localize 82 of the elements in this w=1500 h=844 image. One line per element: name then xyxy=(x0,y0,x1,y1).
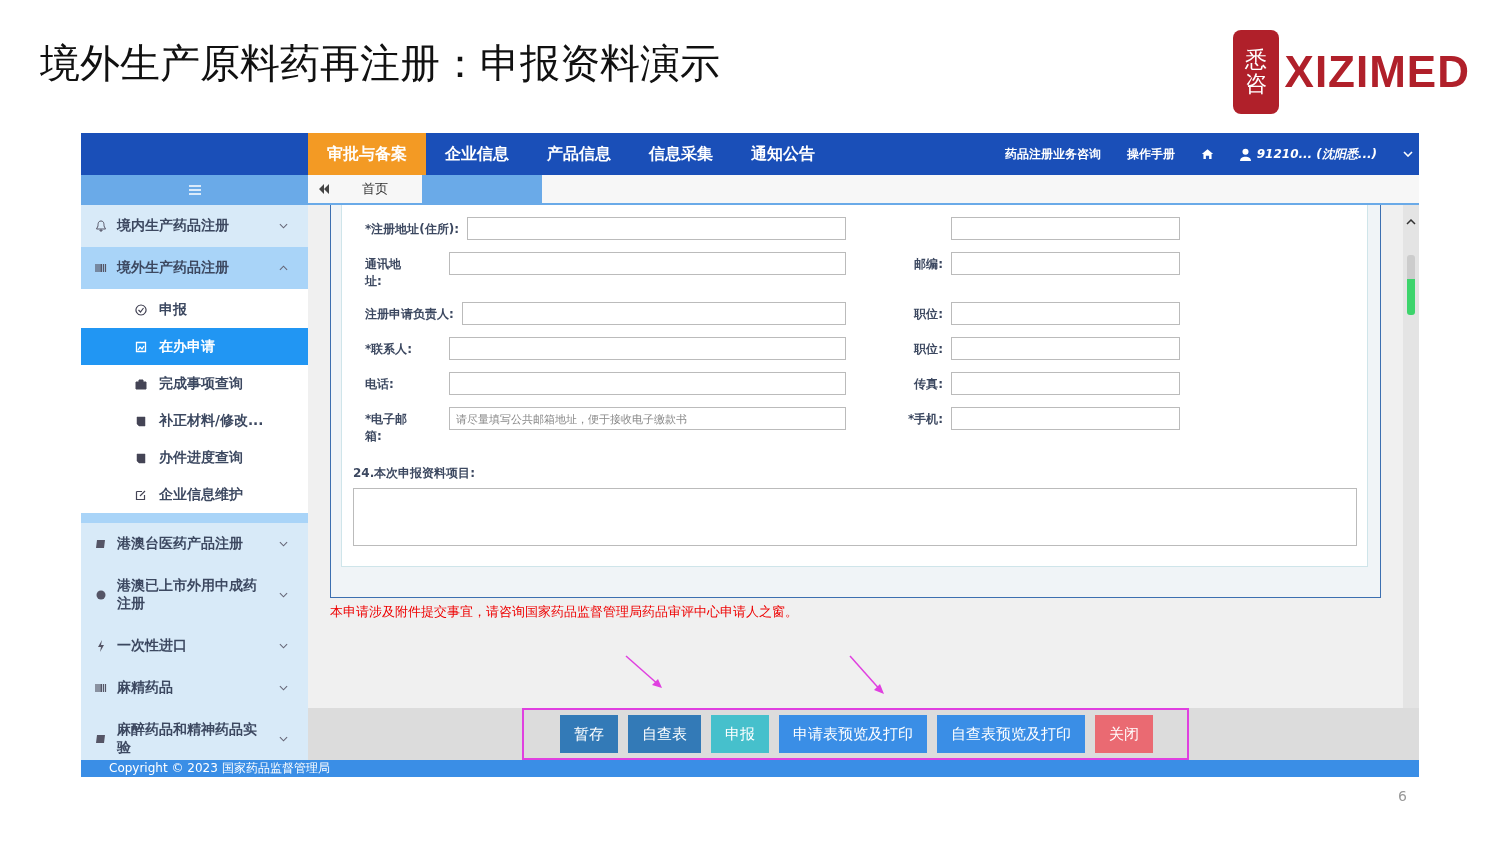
chevron-icon xyxy=(279,736,288,742)
input-field[interactable] xyxy=(449,337,846,360)
slide-title: 境外生产原料药再注册：申报资料演示 xyxy=(40,39,720,88)
sidebar-subitem[interactable]: 企业信息维护 xyxy=(81,476,308,513)
bars-icon xyxy=(95,262,107,274)
input-field[interactable] xyxy=(951,302,1180,325)
user-icon xyxy=(1239,147,1251,161)
chevron-icon xyxy=(279,223,288,229)
logo-seal: 悉咨 xyxy=(1232,30,1279,114)
sidebar-subitem[interactable]: 申报 xyxy=(81,291,308,328)
logo-text: XIZIMED xyxy=(1284,47,1470,97)
image-icon xyxy=(135,340,147,353)
input-field[interactable] xyxy=(449,372,846,395)
section-label: 24.本次申报资料项目: xyxy=(353,465,477,482)
bell-icon xyxy=(95,220,107,232)
field-label: 注册申请负责人: xyxy=(365,306,454,323)
nav-tab[interactable]: 信息采集 xyxy=(630,133,732,175)
chevron-icon xyxy=(279,643,288,649)
sidebar-item[interactable]: 港澳已上市外用中成药注册 xyxy=(81,565,308,625)
input-field[interactable] xyxy=(951,407,1180,430)
sidebar-item[interactable]: 麻醉药品和精神药品实验 xyxy=(81,709,308,760)
sidebar-item[interactable]: 境内生产药品注册 xyxy=(81,205,308,247)
sidebar-subitem[interactable]: 补正材料/修改... xyxy=(81,402,308,439)
input-field[interactable]: 请尽量填写公共邮箱地址，便于接收电子缴款书 xyxy=(449,407,846,430)
field-label: *注册地址(住所): xyxy=(365,221,460,238)
header-link[interactable]: 药品注册业务咨询 xyxy=(1004,145,1101,163)
notice-text: 本申请涉及附件提交事宜，请咨询国家药品监督管理局药品审评中心申请人之窗。 xyxy=(330,604,799,621)
sidebar-item[interactable]: 一次性进口 xyxy=(81,625,308,667)
text-area[interactable] xyxy=(353,488,1357,546)
edit-icon xyxy=(135,488,147,501)
user-menu[interactable]: 91210... (沈阳悉...) xyxy=(1239,145,1377,163)
input-field[interactable] xyxy=(951,337,1180,360)
chevron-icon xyxy=(279,592,288,598)
nav-tab[interactable]: 企业信息 xyxy=(426,133,528,175)
bolt-icon xyxy=(95,640,107,652)
field-label: 电话: xyxy=(365,376,395,393)
chevron-icon xyxy=(279,541,288,547)
annotation-arrow xyxy=(849,655,884,694)
chevron-icon xyxy=(279,265,288,271)
nav-tab[interactable]: 产品信息 xyxy=(528,133,630,175)
menu-icon xyxy=(188,185,201,195)
input-field[interactable] xyxy=(461,302,846,325)
field-label: 邮编: xyxy=(913,256,943,273)
book-icon xyxy=(95,538,107,550)
input-field[interactable] xyxy=(951,372,1180,395)
page-tab[interactable]: 首页 xyxy=(342,175,422,203)
sidebar-subitem[interactable]: 完成事项查询 xyxy=(81,365,308,402)
input-field[interactable] xyxy=(951,252,1180,275)
input-field[interactable] xyxy=(449,252,846,275)
bars-icon xyxy=(95,682,107,694)
check-icon xyxy=(135,303,147,316)
home-icon[interactable] xyxy=(1200,148,1214,160)
double-left-icon[interactable] xyxy=(318,184,330,194)
sidebar-subitem[interactable]: 办件进度查询 xyxy=(81,439,308,476)
caret-icon[interactable] xyxy=(1403,151,1413,157)
copyright-text: Copyright © 2023 国家药品监督管理局 xyxy=(109,761,330,775)
sidebar-item[interactable]: 境外生产药品注册 xyxy=(81,247,308,289)
nav-tab[interactable]: 通知公告 xyxy=(732,133,834,175)
action-button[interactable]: 自查表 xyxy=(628,715,701,753)
field-label: *电子邮箱: xyxy=(365,411,409,445)
field-label: 传真: xyxy=(912,376,943,393)
menu-toggle[interactable] xyxy=(81,175,308,205)
chevron-icon xyxy=(279,685,288,691)
header-link[interactable]: 操作手册 xyxy=(1126,145,1175,163)
case-icon xyxy=(135,377,147,390)
field-label: *手机: xyxy=(906,411,943,428)
annotation-arrow xyxy=(625,655,662,688)
field-label: *联系人: xyxy=(365,341,414,358)
input-field[interactable] xyxy=(467,217,846,240)
scroll-up-icon[interactable] xyxy=(1406,219,1416,225)
book-icon xyxy=(95,733,107,745)
action-button[interactable]: 暂存 xyxy=(560,715,618,753)
scroll-thumb[interactable] xyxy=(1407,255,1415,315)
sidebar-item[interactable]: 港澳台医药产品注册 xyxy=(81,523,308,565)
scrollbar[interactable] xyxy=(1403,205,1419,708)
field-label: 职位: xyxy=(912,306,943,323)
page-tab[interactable] xyxy=(422,175,542,203)
sidebar-item[interactable]: 麻精药品 xyxy=(81,667,308,709)
page-number: 6 xyxy=(1398,788,1407,804)
input-field[interactable] xyxy=(951,217,1180,240)
field-label: 职位: xyxy=(912,341,943,358)
field-label: 通讯地址: xyxy=(365,256,402,290)
